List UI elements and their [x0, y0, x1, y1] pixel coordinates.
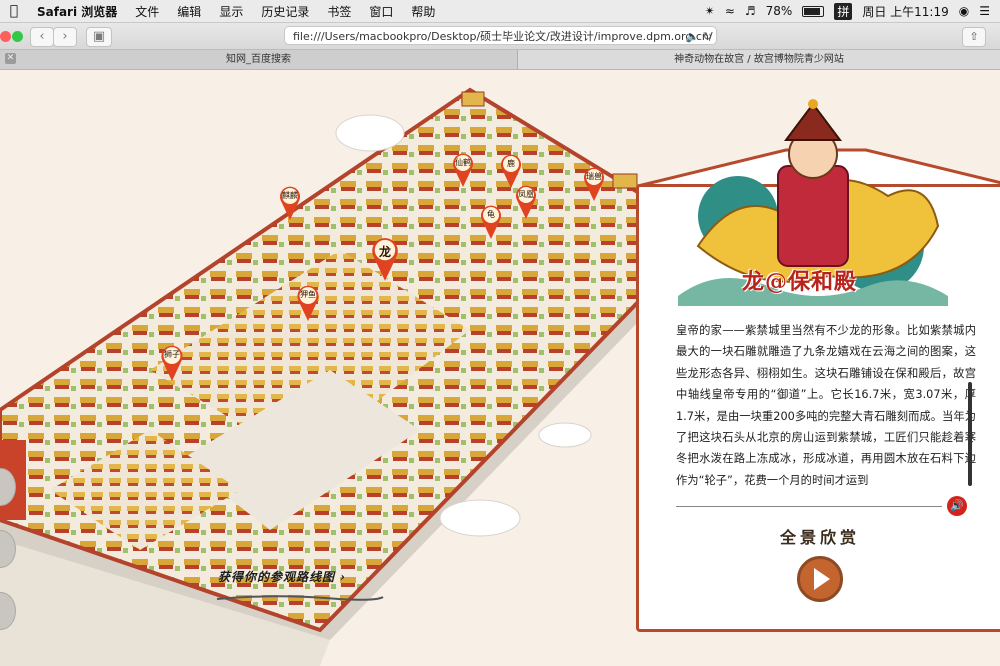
pin-label: 瑞兽 — [586, 172, 602, 181]
menu-bookmarks[interactable]: 书签 — [318, 3, 360, 20]
pin-label: 凤凰 — [518, 190, 534, 199]
fullscreen-button[interactable] — [12, 31, 23, 42]
panorama-play-button[interactable] — [797, 556, 843, 602]
map-pin-xiayu[interactable]: 狎鱼 — [296, 284, 320, 322]
tab-label: 知网_百度搜索 — [226, 54, 291, 65]
audio-speaker-icon[interactable]: 🔊 — [947, 496, 967, 516]
address-bar[interactable]: file:///Users/macbookpro/Desktop/硕士毕业论文/… — [284, 26, 717, 45]
pin-label: 狮子 — [164, 350, 180, 359]
map-pin-qilin[interactable]: 麒麟 — [279, 185, 301, 221]
map-pin-lion[interactable]: 狮子 — [160, 344, 184, 382]
input-method-icon[interactable]: 拼 — [834, 2, 853, 20]
menu-history[interactable]: 历史记录 — [252, 3, 318, 20]
menu-window[interactable]: 窗口 — [360, 3, 402, 20]
pin-label: 鹿 — [507, 159, 515, 168]
pin-label: 龙 — [378, 245, 391, 259]
description-scrollbar[interactable] — [968, 382, 972, 486]
pin-label: 龟 — [487, 210, 495, 219]
tab-label: 神奇动物在故宫 / 故宫博物院青少网站 — [674, 54, 844, 65]
sidebar-toggle-icon[interactable]: ▣ — [86, 27, 112, 47]
menu-list-icon[interactable]: ☰ — [979, 4, 990, 18]
tab-palace-museum[interactable]: 神奇动物在故宫 / 故宫博物院青少网站 — [518, 50, 1000, 69]
battery-percent: 78% — [765, 4, 793, 18]
pin-label: 狎鱼 — [300, 290, 316, 299]
volume-icon[interactable]: ♬ — [745, 4, 756, 18]
tab-cnki-search[interactable]: ✕ 知网_百度搜索 — [0, 50, 518, 69]
back-button[interactable]: ‹ — [30, 27, 54, 47]
page-content: 麒麟 仙鹤 鹿 瑞兽 龟 凤凰 龙 狎鱼 狮子 获得你的参观路线图 › 龙@保和… — [0, 70, 1000, 666]
clock[interactable]: 周日 上午11:19 — [862, 3, 948, 20]
panorama-label: 全景欣赏 — [779, 528, 860, 547]
apple-menu-icon[interactable]:  — [0, 3, 28, 19]
battery-icon[interactable] — [802, 5, 825, 17]
pin-label: 麒麟 — [282, 191, 298, 200]
audio-progress-track[interactable] — [676, 506, 942, 507]
close-tab-icon[interactable]: ✕ — [5, 53, 16, 64]
audio-playing-icon[interactable]: 🔈 — [686, 30, 700, 43]
map-pin-dragon[interactable]: 龙 — [370, 236, 400, 282]
url-text: file:///Users/macbookpro/Desktop/硕士毕业论文/… — [293, 30, 713, 43]
pin-label: 仙鹤 — [455, 158, 471, 167]
route-map-link[interactable]: 获得你的参观路线图 › — [218, 568, 346, 585]
reload-icon[interactable]: ↻ — [703, 30, 712, 43]
menu-help[interactable]: 帮助 — [402, 3, 444, 20]
close-window-button[interactable] — [0, 31, 11, 42]
wifi-icon[interactable]: ≈ — [725, 4, 735, 18]
map-pin-turtle[interactable]: 龟 — [480, 204, 502, 240]
brush-stroke-decoration — [216, 595, 384, 601]
share-button[interactable]: ⇧ — [962, 27, 986, 47]
browser-toolbar: ‹ › ▣ file:///Users/macbookpro/Desktop/硕… — [0, 23, 1000, 50]
bluetooth-icon[interactable]: ✴ — [705, 4, 715, 18]
menubar:  Safari 浏览器 文件 编辑 显示 历史记录 书签 窗口 帮助 ✴ ≈ … — [0, 0, 1000, 23]
menu-file[interactable]: 文件 — [126, 3, 168, 20]
forward-button[interactable]: › — [53, 27, 77, 47]
menu-edit[interactable]: 编辑 — [168, 3, 210, 20]
map-pin-ruishou[interactable]: 瑞兽 — [583, 166, 605, 202]
user-icon[interactable]: ◉ — [959, 4, 969, 18]
menu-view[interactable]: 显示 — [210, 3, 252, 20]
menu-safari[interactable]: Safari 浏览器 — [28, 3, 126, 20]
panel-description: 皇帝的家——紫禁城里当然有不少龙的形象。比如紫禁城内最大的一块石雕就雕造了九条龙… — [676, 324, 976, 487]
tab-bar: ✕ 知网_百度搜索 神奇动物在故宫 / 故宫博物院青少网站 — [0, 50, 1000, 70]
map-pin-phoenix[interactable]: 凤凰 — [515, 184, 537, 220]
map-pin-crane[interactable]: 仙鹤 — [452, 152, 474, 188]
panel-title: 龙@保和殿 — [742, 269, 858, 295]
